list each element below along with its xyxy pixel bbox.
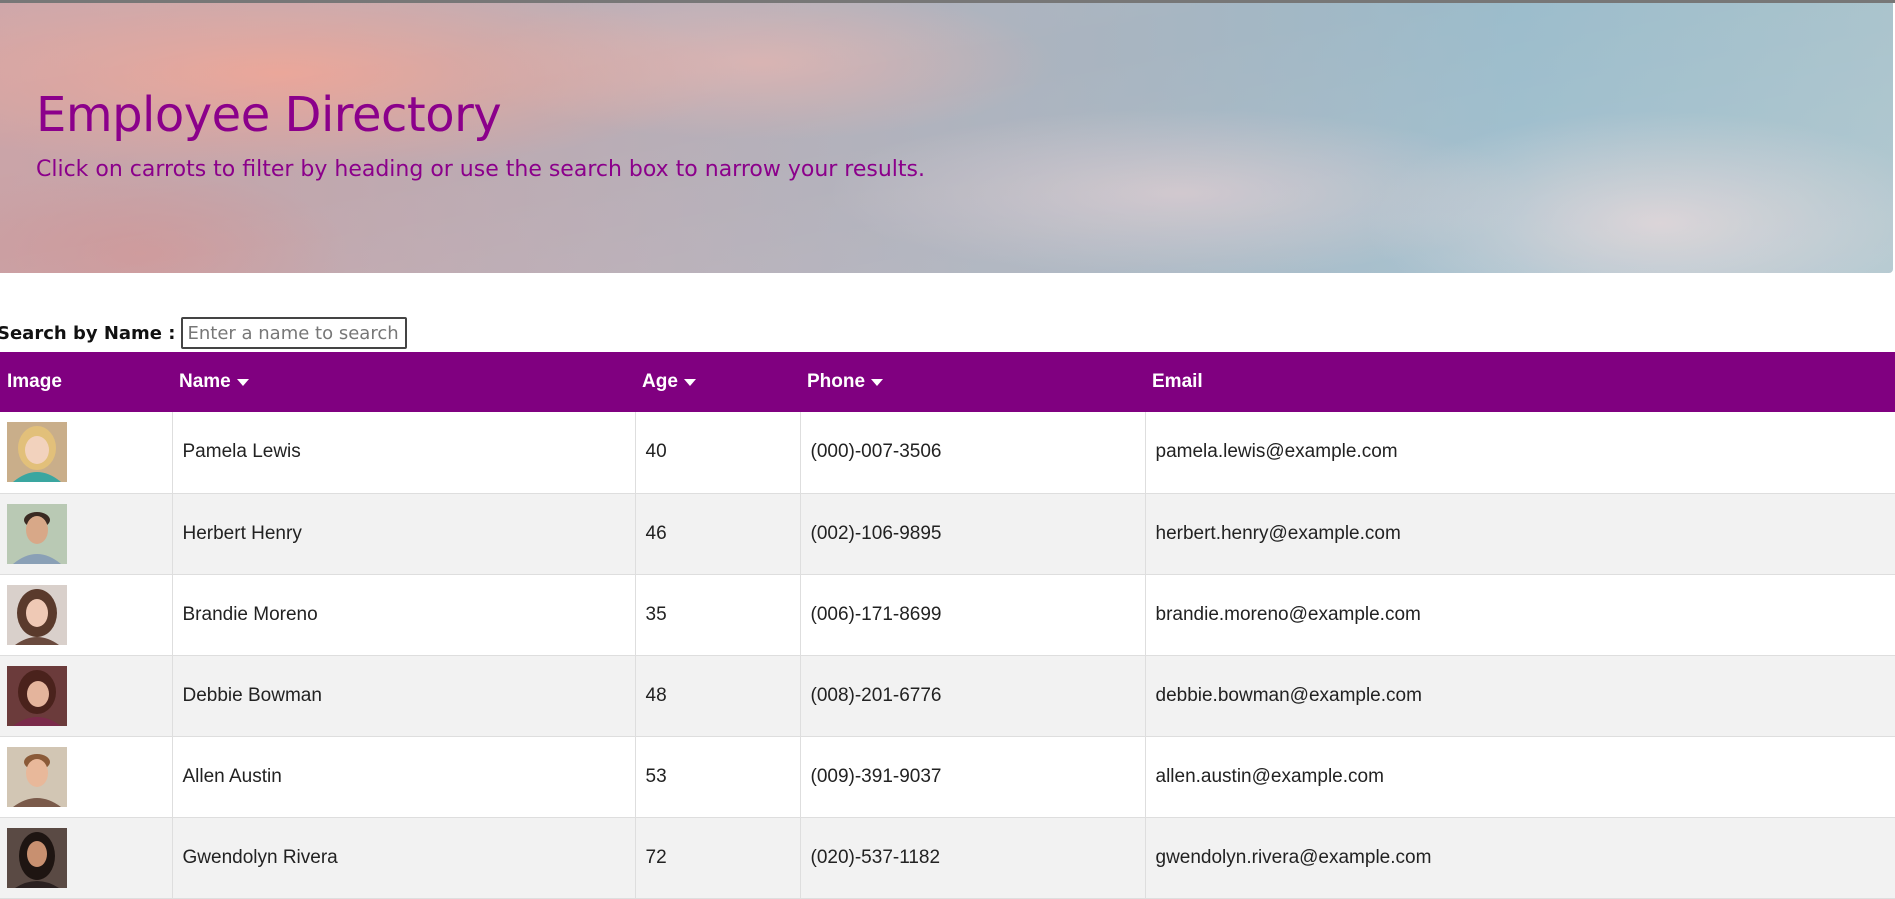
cell-image <box>0 412 172 494</box>
avatar <box>7 584 67 645</box>
table-row: Allen Austin 53 (009)-391-9037 allen.aus… <box>0 736 1895 818</box>
column-header-name[interactable]: Name <box>172 352 635 412</box>
cell-email: gwendolyn.rivera@example.com <box>1144 817 1895 899</box>
column-header-email: Email <box>1145 352 1895 412</box>
cell-phone: (009)-391-9037 <box>799 736 1145 818</box>
cell-age: 40 <box>634 412 800 494</box>
avatar-photo-icon <box>7 584 67 645</box>
table-header: Image Name Age Phone Email <box>0 352 1895 412</box>
column-header-image: Image <box>0 352 172 412</box>
cell-email: brandie.moreno@example.com <box>1144 574 1895 656</box>
column-header-name-label: Name <box>179 371 231 392</box>
avatar-photo-icon <box>7 665 67 726</box>
cell-image <box>0 574 172 656</box>
cell-age: 72 <box>634 817 800 899</box>
sort-caret-icon[interactable] <box>236 379 249 387</box>
column-header-email-label: Email <box>1152 371 1203 392</box>
table-row: Pamela Lewis 40 (000)-007-3506 pamela.le… <box>0 412 1895 494</box>
cell-name: Allen Austin <box>171 736 635 818</box>
cell-name: Pamela Lewis <box>171 412 635 494</box>
search-bar: Search by Name : <box>0 314 408 352</box>
employee-table: Image Name Age Phone Email Pamela Lewis … <box>0 352 1895 899</box>
cell-email: debbie.bowman@example.com <box>1144 655 1895 737</box>
cell-image <box>0 493 172 575</box>
table-row: Gwendolyn Rivera 72 (020)-537-1182 gwend… <box>0 817 1895 899</box>
avatar <box>7 665 67 726</box>
cell-phone: (020)-537-1182 <box>799 817 1145 899</box>
avatar-photo-icon <box>7 422 67 483</box>
cell-phone: (000)-007-3506 <box>799 412 1145 494</box>
cell-name: Gwendolyn Rivera <box>171 817 635 899</box>
cell-age: 46 <box>634 493 800 575</box>
avatar <box>7 503 67 564</box>
column-header-phone-label: Phone <box>807 371 866 392</box>
cell-age: 35 <box>634 574 800 656</box>
column-header-age-label: Age <box>642 371 678 392</box>
sort-caret-icon[interactable] <box>871 379 884 387</box>
cell-email: allen.austin@example.com <box>1144 736 1895 818</box>
table-row: Brandie Moreno 35 (006)-171-8699 brandie… <box>0 574 1895 656</box>
avatar <box>7 827 67 888</box>
column-header-age[interactable]: Age <box>635 352 800 412</box>
cell-phone: (002)-106-9895 <box>799 493 1145 575</box>
page-subtitle: Click on carrots to filter by heading or… <box>36 157 926 182</box>
column-header-image-label: Image <box>7 371 62 392</box>
table-row: Debbie Bowman 48 (008)-201-6776 debbie.b… <box>0 655 1895 737</box>
cell-image <box>0 817 172 899</box>
page-title: Employee Directory <box>36 87 502 143</box>
cell-image <box>0 655 172 737</box>
avatar <box>7 746 67 807</box>
table-row: Herbert Henry 46 (002)-106-9895 herbert.… <box>0 493 1895 575</box>
cell-name: Debbie Bowman <box>171 655 635 737</box>
avatar <box>7 422 67 483</box>
hero-banner: Employee Directory Click on carrots to f… <box>0 3 1893 273</box>
table-body: Pamela Lewis 40 (000)-007-3506 pamela.le… <box>0 412 1895 899</box>
cell-email: pamela.lewis@example.com <box>1144 412 1895 494</box>
avatar-photo-icon <box>7 503 67 564</box>
avatar-photo-icon <box>7 827 67 888</box>
cell-name: Brandie Moreno <box>171 574 635 656</box>
search-input[interactable] <box>181 317 408 349</box>
search-label: Search by Name : <box>0 322 176 344</box>
table-header-row: Image Name Age Phone Email <box>0 352 1895 412</box>
cell-image <box>0 736 172 818</box>
cell-phone: (008)-201-6776 <box>799 655 1145 737</box>
cell-email: herbert.henry@example.com <box>1144 493 1895 575</box>
cell-phone: (006)-171-8699 <box>799 574 1145 656</box>
column-header-phone[interactable]: Phone <box>800 352 1145 412</box>
cell-name: Herbert Henry <box>171 493 635 575</box>
cell-age: 53 <box>634 736 800 818</box>
sort-caret-icon[interactable] <box>683 379 696 387</box>
cell-age: 48 <box>634 655 800 737</box>
avatar-photo-icon <box>7 746 67 807</box>
